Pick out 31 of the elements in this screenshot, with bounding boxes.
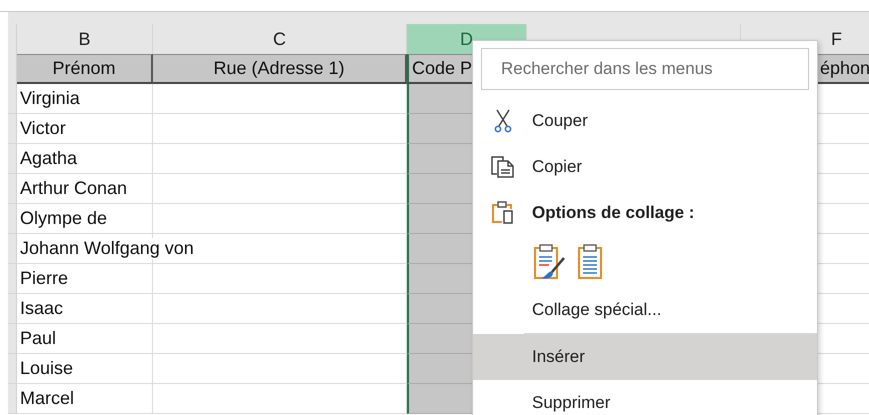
row-header[interactable] — [8, 384, 17, 414]
row-header[interactable] — [8, 354, 17, 384]
column-header[interactable]: B — [17, 24, 153, 54]
table-cell: Johann Wolfgang von — [20, 238, 196, 259]
row-header[interactable] — [8, 264, 17, 294]
row-header[interactable] — [8, 174, 17, 204]
table-cell: Olympe de — [20, 208, 110, 229]
row-header[interactable] — [8, 144, 17, 174]
table-header-cell: Rue (Adresse 1) — [153, 54, 407, 84]
menu-item[interactable]: Copier — [473, 144, 817, 190]
menu-item[interactable]: Collage spécial... — [473, 287, 817, 333]
paste-icon[interactable] — [577, 244, 603, 280]
search-field[interactable]: Rechercher dans les menus — [481, 48, 809, 90]
row-header[interactable] — [8, 294, 17, 324]
row-header[interactable] — [8, 324, 17, 354]
table-cell: Agatha — [20, 148, 80, 169]
scissors-icon — [494, 109, 512, 133]
menu-item[interactable]: Supprimer — [473, 380, 817, 415]
section-heading: Options de collage : — [532, 203, 694, 223]
paste-formatting-icon[interactable] — [533, 244, 567, 280]
table-header-cell: Prénom — [17, 54, 153, 84]
clipboard-icon — [492, 201, 514, 225]
column-header[interactable]: C — [153, 24, 407, 54]
table-cell: Virginia — [20, 88, 82, 109]
row-header[interactable] — [8, 204, 17, 234]
menu-item[interactable]: Insérer — [473, 334, 817, 380]
row-header[interactable] — [8, 234, 17, 264]
copy-icon — [490, 156, 514, 178]
row-header[interactable] — [8, 114, 17, 144]
row-header[interactable] — [8, 84, 17, 114]
menu-item[interactable]: Couper — [473, 98, 817, 144]
